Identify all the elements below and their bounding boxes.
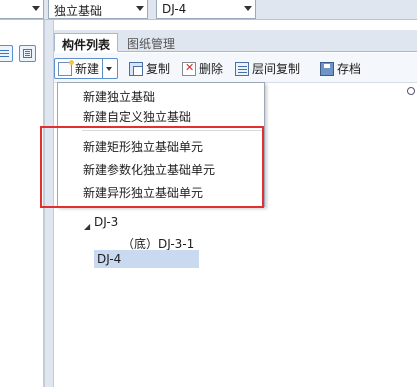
delete-icon — [182, 61, 196, 76]
search-icon[interactable] — [407, 87, 415, 95]
detail-view-button[interactable] — [19, 45, 36, 62]
chevron-down-icon[interactable] — [32, 6, 40, 11]
chevron-down-icon[interactable] — [244, 6, 252, 11]
floor-copy-button[interactable]: 层间复制 — [235, 58, 300, 79]
delete-button-label: 删除 — [199, 62, 224, 76]
component-name-value: DJ-4 — [162, 2, 187, 16]
menu-item-new-custom-isolated-foundation[interactable]: 新建自定义独立基础 — [58, 107, 264, 127]
left-pane — [0, 20, 44, 387]
copy-button-label: 复制 — [146, 62, 171, 76]
app-window: 独立基础 DJ-4 构件列表 图纸管理 新建 复制 ✕ 删除 层间复制 存档 ◢… — [0, 0, 417, 387]
component-type-value: 独立基础 — [54, 4, 103, 18]
tab-component-list[interactable]: 构件列表 — [54, 33, 119, 52]
save-button-label: 存档 — [337, 62, 362, 76]
list-view-button[interactable] — [0, 45, 13, 62]
tab-drawing-management[interactable]: 图纸管理 — [120, 33, 182, 52]
tree-item-dj-4[interactable]: DJ-4 — [94, 250, 199, 268]
list-icon-line — [0, 56, 9, 57]
save-icon — [320, 61, 334, 76]
combo-left[interactable] — [0, 0, 44, 19]
component-name-select[interactable]: DJ-4 — [156, 0, 256, 19]
top-combo-bar: 独立基础 DJ-4 — [0, 0, 417, 20]
list-icon — [0, 50, 9, 51]
floor-copy-button-label: 层间复制 — [252, 62, 301, 76]
toolbar: 新建 复制 删除 层间复制 存档 — [54, 53, 417, 83]
grid-icon — [23, 49, 32, 58]
tree-item-dj-3[interactable]: DJ-3 — [94, 213, 118, 231]
highlight-box — [40, 126, 264, 208]
new-button-label: 新建 — [75, 62, 100, 76]
new-button[interactable]: 新建 — [54, 58, 118, 79]
chevron-down-icon[interactable] — [136, 6, 144, 11]
floor-copy-icon — [235, 61, 249, 76]
copy-icon — [129, 61, 143, 76]
chevron-down-icon[interactable] — [106, 66, 113, 71]
menu-item-new-isolated-foundation[interactable]: 新建独立基础 — [58, 87, 264, 107]
component-type-select[interactable]: 独立基础 — [48, 0, 148, 19]
delete-button[interactable]: 删除 — [182, 58, 223, 79]
list-icon-line — [0, 53, 9, 54]
new-icon — [58, 59, 74, 76]
panel-tabbar: 构件列表 图纸管理 — [54, 30, 417, 52]
new-button-separator — [102, 59, 104, 78]
save-button[interactable]: 存档 — [320, 58, 361, 79]
copy-button[interactable]: 复制 — [129, 58, 170, 79]
collapse-icon[interactable]: ◢ — [84, 218, 90, 236]
